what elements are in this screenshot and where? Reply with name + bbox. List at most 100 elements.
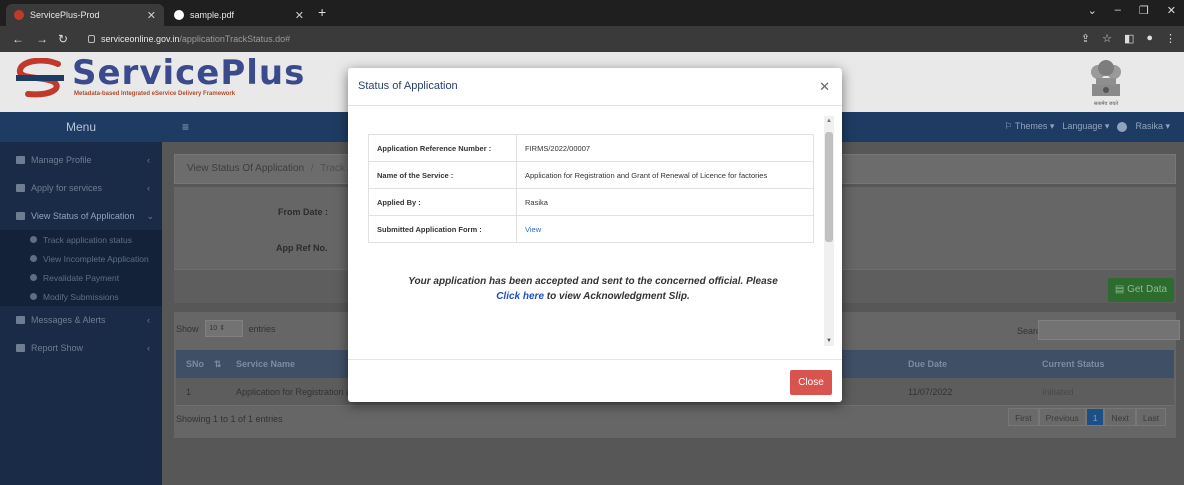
info-value: Rasika [516, 188, 814, 216]
info-row: Name of the Service : Application for Re… [368, 161, 814, 189]
column-header-service[interactable]: Service Name [236, 350, 295, 378]
table-info: Showing 1 to 1 of 1 entries [176, 414, 283, 424]
themes-dropdown[interactable]: ⚐ Themes ▾ [1004, 121, 1054, 132]
language-dropdown[interactable]: Language ▾ [1062, 121, 1109, 132]
entries-select[interactable]: 10 ⇕ [204, 320, 243, 337]
get-data-button[interactable]: ▤ Get Data [1108, 278, 1174, 302]
sidebar-item-report[interactable]: Report Show ‹ [0, 334, 162, 362]
sidebar-subitem-track[interactable]: Track application status [0, 230, 162, 249]
modal-title: Status of Application [358, 80, 458, 92]
application-info-table: Application Reference Number : FIRMS/202… [368, 134, 814, 243]
lock-icon [88, 35, 95, 43]
tab-favicon-icon [174, 10, 184, 20]
pager-last[interactable]: Last [1135, 408, 1166, 426]
language-label: Language [1062, 121, 1103, 131]
tab-title: sample.pdf [190, 10, 235, 20]
browser-tab-sample-pdf[interactable]: sample.pdf ✕ [166, 4, 312, 26]
star-icon[interactable]: ☆ [1102, 32, 1112, 45]
hamburger-icon[interactable]: ≡ [182, 120, 189, 134]
column-header-status[interactable]: Current Status [1042, 350, 1105, 378]
themes-label: Themes [1014, 121, 1048, 131]
circle-arrow-icon [30, 274, 37, 281]
profile-icon[interactable]: ● [1146, 32, 1153, 45]
scrollbar-thumb[interactable] [825, 132, 833, 242]
pager-page-1[interactable]: 1 [1085, 408, 1105, 426]
user-menu[interactable]: Rasika ▾ [1135, 121, 1170, 132]
cell-due-date: 11/07/2022 [908, 387, 953, 397]
sidebar-item-label: View Status of Application [31, 211, 135, 221]
browser-action-icons: ⇪ ☆ ◧ ● ⋮ [1081, 32, 1176, 45]
sidebar-item-view-status[interactable]: View Status of Application ⌄ [0, 202, 162, 230]
status-message-text-2: to view Acknowledgment Slip. [546, 291, 690, 302]
info-row: Application Reference Number : FIRMS/202… [368, 134, 814, 162]
browser-tab-serviceplus[interactable]: ServicePlus-Prod ✕ [6, 4, 164, 26]
pager-first[interactable]: First [1008, 408, 1039, 426]
national-emblem-icon [1091, 60, 1121, 96]
scroll-down-icon[interactable]: ▼ [826, 338, 832, 344]
more-icon[interactable]: ⋮ [1165, 32, 1176, 45]
scroll-up-icon[interactable]: ▲ [826, 118, 832, 124]
sidebar-item-label: Report Show [31, 343, 84, 353]
column-header-sno[interactable]: SNo [186, 350, 204, 378]
tab-close-icon[interactable]: ✕ [147, 9, 156, 22]
sidebar-subitem-modify[interactable]: Modify Submissions [0, 287, 162, 306]
address-bar[interactable]: serviceonline.gov.in/applicationTrackSta… [88, 30, 1018, 48]
sidepanel-icon[interactable]: ◧ [1124, 32, 1134, 45]
search-input[interactable] [1038, 320, 1180, 340]
modal-close-icon[interactable]: ✕ [819, 79, 830, 95]
breadcrumb-item[interactable]: View Status Of Application [187, 163, 304, 174]
circle-arrow-icon [30, 236, 37, 243]
menu-header: Menu [0, 112, 162, 142]
address-domain: serviceonline.gov.in [101, 34, 180, 44]
info-key: Applied By : [368, 188, 517, 216]
new-tab-icon[interactable]: + [318, 4, 326, 20]
sidebar-item-messages[interactable]: Messages & Alerts ‹ [0, 306, 162, 334]
tab-favicon-icon [14, 10, 24, 20]
tab-search-icon[interactable]: ⌄ [1088, 4, 1097, 17]
browser-toolbar: ← → ↻ serviceonline.gov.in/applicationTr… [0, 26, 1184, 52]
tab-title: ServicePlus-Prod [30, 10, 100, 20]
minimize-icon[interactable]: – [1115, 4, 1121, 17]
report-icon [16, 344, 25, 352]
tab-close-icon[interactable]: ✕ [295, 9, 304, 22]
users-icon [16, 156, 25, 164]
restore-icon[interactable]: ❐ [1139, 4, 1149, 17]
status-message-text: Your application has been accepted and s… [408, 276, 778, 287]
cell-sno: 1 [186, 387, 192, 397]
view-form-link[interactable]: View [516, 215, 814, 243]
breadcrumb-separator: / [310, 163, 314, 174]
list-icon [16, 212, 25, 220]
status-modal: Status of Application ✕ Application Refe… [348, 68, 842, 402]
column-header-due-date[interactable]: Due Date [908, 350, 947, 378]
sidebar-subitem-incomplete[interactable]: View Incomplete Application [0, 249, 162, 268]
circle-arrow-icon [30, 255, 37, 262]
reload-icon[interactable]: ↻ [58, 32, 68, 46]
back-icon[interactable]: ← [12, 32, 24, 46]
sidebar-item-apply-services[interactable]: Apply for services ‹ [0, 174, 162, 202]
get-data-label: Get Data [1127, 284, 1168, 295]
app-ref-label: App Ref No. [276, 243, 328, 253]
modal-scrollbar[interactable]: ▲ ▼ [824, 116, 834, 346]
sidebar-subitem-revalidate[interactable]: Revalidate Payment [0, 268, 162, 287]
sort-icon: ⇅ [214, 359, 222, 369]
logo-tagline: Metadata-based Integrated eService Deliv… [74, 91, 236, 97]
pager-next[interactable]: Next [1104, 408, 1136, 426]
pager-previous[interactable]: Previous [1038, 408, 1086, 426]
sidebar-item-label: Apply for services [31, 183, 103, 193]
forward-icon[interactable]: → [36, 32, 48, 46]
user-avatar-icon [1117, 121, 1128, 132]
acknowledgment-link[interactable]: Click here [496, 291, 544, 302]
user-name: Rasika [1135, 121, 1163, 131]
emblem-label: सत्यमेव जयते [1093, 101, 1119, 107]
close-button[interactable]: Close [790, 370, 832, 395]
close-window-icon[interactable]: ✕ [1167, 4, 1176, 17]
sidebar-item-manage-profile[interactable]: Manage Profile ‹ [0, 146, 162, 174]
topnav-right: ⚐ Themes ▾ Language ▾ Rasika ▾ [1004, 121, 1170, 132]
sidebar-item-label: Manage Profile [31, 155, 92, 165]
sidebar: Menu Manage Profile ‹ Apply for services… [0, 112, 162, 485]
from-date-label: From Date : [278, 207, 329, 217]
chevron-left-icon: ‹ [147, 343, 150, 353]
sidebar-subitem-label: Modify Submissions [43, 291, 119, 302]
share-icon[interactable]: ⇪ [1081, 32, 1090, 45]
browser-tab-strip: ServicePlus-Prod ✕ sample.pdf ✕ + ⌄ – ❐ … [0, 0, 1184, 26]
